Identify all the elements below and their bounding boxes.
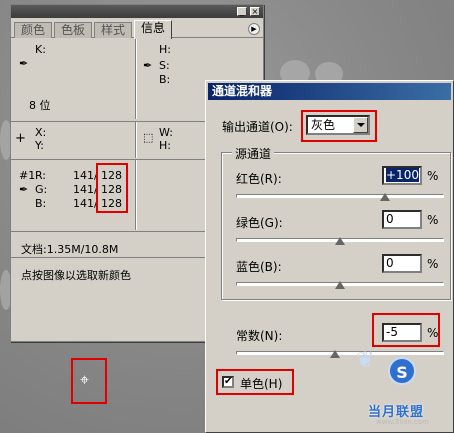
eyedropper-icon[interactable]: ✒ bbox=[143, 59, 152, 72]
percent-label: % bbox=[427, 257, 439, 271]
tab-styles[interactable]: 样式 bbox=[94, 22, 133, 38]
red-channel-input[interactable]: +100 bbox=[382, 166, 422, 185]
red-channel-label: 红色(R): bbox=[236, 172, 282, 186]
source-channels-title: 源通道 bbox=[232, 145, 275, 162]
sample-id: #1 bbox=[19, 169, 36, 182]
palette-titlebar[interactable]: _ × bbox=[11, 5, 263, 18]
dialog-title[interactable]: 通道混和器 bbox=[208, 83, 451, 100]
r-value: 141/ bbox=[73, 169, 98, 182]
watermark-url: www.3lian.com bbox=[376, 418, 430, 426]
r-label: R: bbox=[35, 169, 47, 182]
eyedropper-icon[interactable]: ✒ bbox=[19, 57, 28, 70]
k-label: K: bbox=[35, 43, 46, 56]
selection-size-icon: ⬚ bbox=[143, 131, 154, 144]
highlight-box bbox=[216, 369, 294, 395]
tab-swatches[interactable]: 色板 bbox=[54, 22, 93, 38]
b-label: B: bbox=[159, 73, 171, 86]
green-channel-label: 绿色(G): bbox=[236, 216, 283, 230]
green-slider-thumb[interactable] bbox=[335, 237, 345, 245]
h-label: H: bbox=[159, 43, 171, 56]
blue-slider-thumb[interactable] bbox=[335, 281, 345, 289]
blue-channel-label: 蓝色(B): bbox=[236, 260, 282, 274]
color-sampler-cursor-icon: ⌖ bbox=[80, 370, 90, 389]
palette-menu-icon[interactable]: ▶ bbox=[248, 23, 260, 35]
output-channel-label: 输出通道(O): bbox=[222, 120, 293, 134]
green-channel-input[interactable]: 0 bbox=[382, 210, 422, 229]
percent-label: % bbox=[427, 169, 439, 183]
h-size-label: H: bbox=[159, 139, 171, 152]
w-label: W: bbox=[159, 126, 173, 139]
x-label: X: bbox=[35, 126, 47, 139]
highlight-box bbox=[96, 163, 128, 213]
y-label: Y: bbox=[35, 139, 44, 152]
red-slider-thumb[interactable] bbox=[380, 193, 390, 201]
b-rgb-label: B: bbox=[35, 197, 47, 210]
bit-depth-label: 8 位 bbox=[29, 99, 51, 112]
crosshair-icon: + bbox=[15, 131, 26, 146]
tab-info[interactable]: 信息 bbox=[134, 20, 173, 39]
wing-logo-icon: ❦ bbox=[356, 348, 375, 373]
highlight-box bbox=[301, 110, 377, 142]
status-hint: 点按图像以选取新颜色 bbox=[21, 269, 131, 282]
constant-slider[interactable] bbox=[236, 351, 444, 355]
constant-slider-thumb[interactable] bbox=[330, 350, 340, 358]
document-size: 文档:1.35M/10.8M bbox=[21, 243, 119, 256]
divider bbox=[135, 122, 137, 158]
percent-label: % bbox=[427, 213, 439, 227]
tab-color[interactable]: 颜色 bbox=[14, 22, 53, 38]
constant-label: 常数(N): bbox=[236, 329, 283, 343]
divider bbox=[135, 160, 137, 230]
divider bbox=[135, 39, 137, 119]
s-label: S: bbox=[159, 59, 170, 72]
red-channel-slider[interactable] bbox=[236, 194, 444, 198]
close-button[interactable]: × bbox=[250, 7, 260, 16]
color-sampler-icon[interactable]: ✒ bbox=[19, 183, 28, 196]
g-label: G: bbox=[35, 183, 48, 196]
g-value: 141/ bbox=[73, 183, 98, 196]
channel-mixer-dialog: 通道混和器 输出通道(O): 灰色 源通道 红色(R): +100 % 绿色(G… bbox=[205, 80, 454, 433]
blue-channel-input[interactable]: 0 bbox=[382, 254, 422, 273]
palette-tabs: 颜色 色板 样式 信息 bbox=[11, 19, 263, 39]
highlight-box bbox=[372, 313, 440, 347]
minimize-button[interactable]: _ bbox=[237, 7, 247, 16]
b-value: 141/ bbox=[73, 197, 98, 210]
watermark-logo: S bbox=[388, 357, 416, 385]
